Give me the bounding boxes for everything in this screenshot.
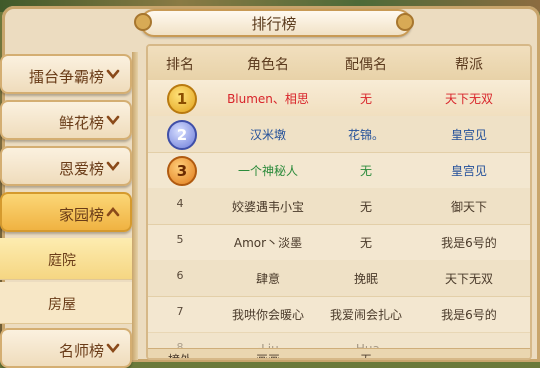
- row-name: 姣婆遇韦小宝: [231, 200, 304, 214]
- row-spouse: 无: [359, 164, 372, 178]
- bronze-medal-icon: 3: [167, 156, 197, 186]
- footer-name: 画画: [255, 353, 280, 360]
- sidebar-subitem-house[interactable]: 房屋: [0, 282, 132, 324]
- row-name: 肆意: [255, 272, 280, 286]
- page-title: 排行榜: [251, 15, 297, 33]
- sidebar-divider: [132, 52, 138, 360]
- row-spouse: 挽眠: [353, 272, 378, 286]
- table-row[interactable]: 2 汉米墩 花锦。 皇宫见: [148, 116, 530, 153]
- sidebar-item-label: 家园榜: [58, 206, 104, 224]
- ranking-category-sidebar: 擂台争霸榜 鲜花榜 恩爱榜 家园榜 庭院 房屋 名师榜: [0, 52, 138, 368]
- sidebar-item-home[interactable]: 家园榜: [0, 192, 132, 232]
- footer-spouse: 无: [359, 353, 372, 360]
- sidebar-item-label: 恩爱榜: [58, 160, 104, 178]
- row-guild: 我是6号的: [441, 308, 497, 322]
- sidebar-item-couple[interactable]: 恩爱榜: [0, 146, 132, 186]
- table-row[interactable]: 1 Blumen、相思 无 天下无双: [148, 80, 530, 117]
- table-row[interactable]: 7 我哄你会暖心 我爱闹会扎心 我是6号的: [148, 296, 530, 333]
- sidebar-subitem-label: 房屋: [48, 297, 76, 313]
- sidebar-item-arena[interactable]: 擂台争霸榜: [0, 54, 132, 94]
- table-row[interactable]: 3 一个神秘人 无 皇宫见: [148, 152, 530, 189]
- row-rank: 6: [176, 269, 184, 282]
- row-name: 我哄你会暖心: [231, 308, 304, 322]
- sidebar-item-mentor[interactable]: 名师榜: [0, 328, 132, 368]
- gold-medal-icon: 1: [167, 84, 197, 114]
- footer-label: 榜外: [167, 353, 192, 360]
- ranking-table: 排名 角色名 配偶名 帮派 1 Blumen、相思 无 天下无双 2 汉米墩 花…: [146, 44, 532, 360]
- chevron-down-icon: [106, 115, 120, 126]
- sidebar-subitem-label: 庭院: [48, 253, 76, 269]
- row-name: Amor丶淡墨: [233, 236, 303, 250]
- chevron-down-icon: [106, 69, 120, 80]
- header-spouse: 配偶名: [345, 57, 387, 73]
- row-spouse: 我爱闹会扎心: [329, 308, 402, 322]
- sidebar-item-label: 擂台争霸榜: [28, 68, 104, 86]
- row-spouse: 花锦。: [347, 128, 384, 142]
- row-spouse: 无: [359, 236, 372, 250]
- row-rank: 5: [176, 233, 184, 246]
- window-title-banner: 排行榜: [134, 7, 414, 37]
- chevron-down-icon: [106, 343, 120, 354]
- chevron-up-icon: [106, 206, 120, 217]
- row-guild: 天下无双: [444, 272, 493, 286]
- row-spouse: 无: [359, 92, 372, 106]
- row-guild: 天下无双: [444, 92, 493, 106]
- header-guild: 帮派: [455, 57, 483, 73]
- row-guild: 皇宫见: [450, 128, 487, 142]
- sidebar-item-flowers[interactable]: 鲜花榜: [0, 100, 132, 140]
- row-rank: 7: [176, 305, 184, 318]
- row-guild: 御天下: [450, 200, 487, 214]
- row-rank: 4: [176, 197, 184, 210]
- sidebar-subitem-courtyard[interactable]: 庭院: [0, 238, 132, 280]
- row-spouse: 无: [359, 200, 372, 214]
- header-name: 角色名: [247, 57, 289, 73]
- row-name: Blumen、相思: [227, 92, 309, 106]
- row-guild: 我是6号的: [441, 236, 497, 250]
- row-name: 汉米墩: [249, 128, 286, 142]
- row-guild: 皇宫见: [450, 164, 487, 178]
- silver-medal-icon: 2: [167, 120, 197, 150]
- my-ranking-footer: 榜外 画画 无: [148, 348, 530, 360]
- sidebar-item-label: 名师榜: [58, 342, 104, 360]
- table-row[interactable]: 5 Amor丶淡墨 无 我是6号的: [148, 224, 530, 261]
- row-name: 一个神秘人: [237, 164, 298, 178]
- table-header: 排名 角色名 配偶名 帮派: [148, 46, 530, 81]
- table-row[interactable]: 4 姣婆遇韦小宝 无 御天下: [148, 188, 530, 225]
- chevron-down-icon: [106, 161, 120, 172]
- table-row[interactable]: 6 肆意 挽眠 天下无双: [148, 260, 530, 297]
- sidebar-item-label: 鲜花榜: [58, 114, 104, 132]
- header-rank: 排名: [166, 57, 194, 73]
